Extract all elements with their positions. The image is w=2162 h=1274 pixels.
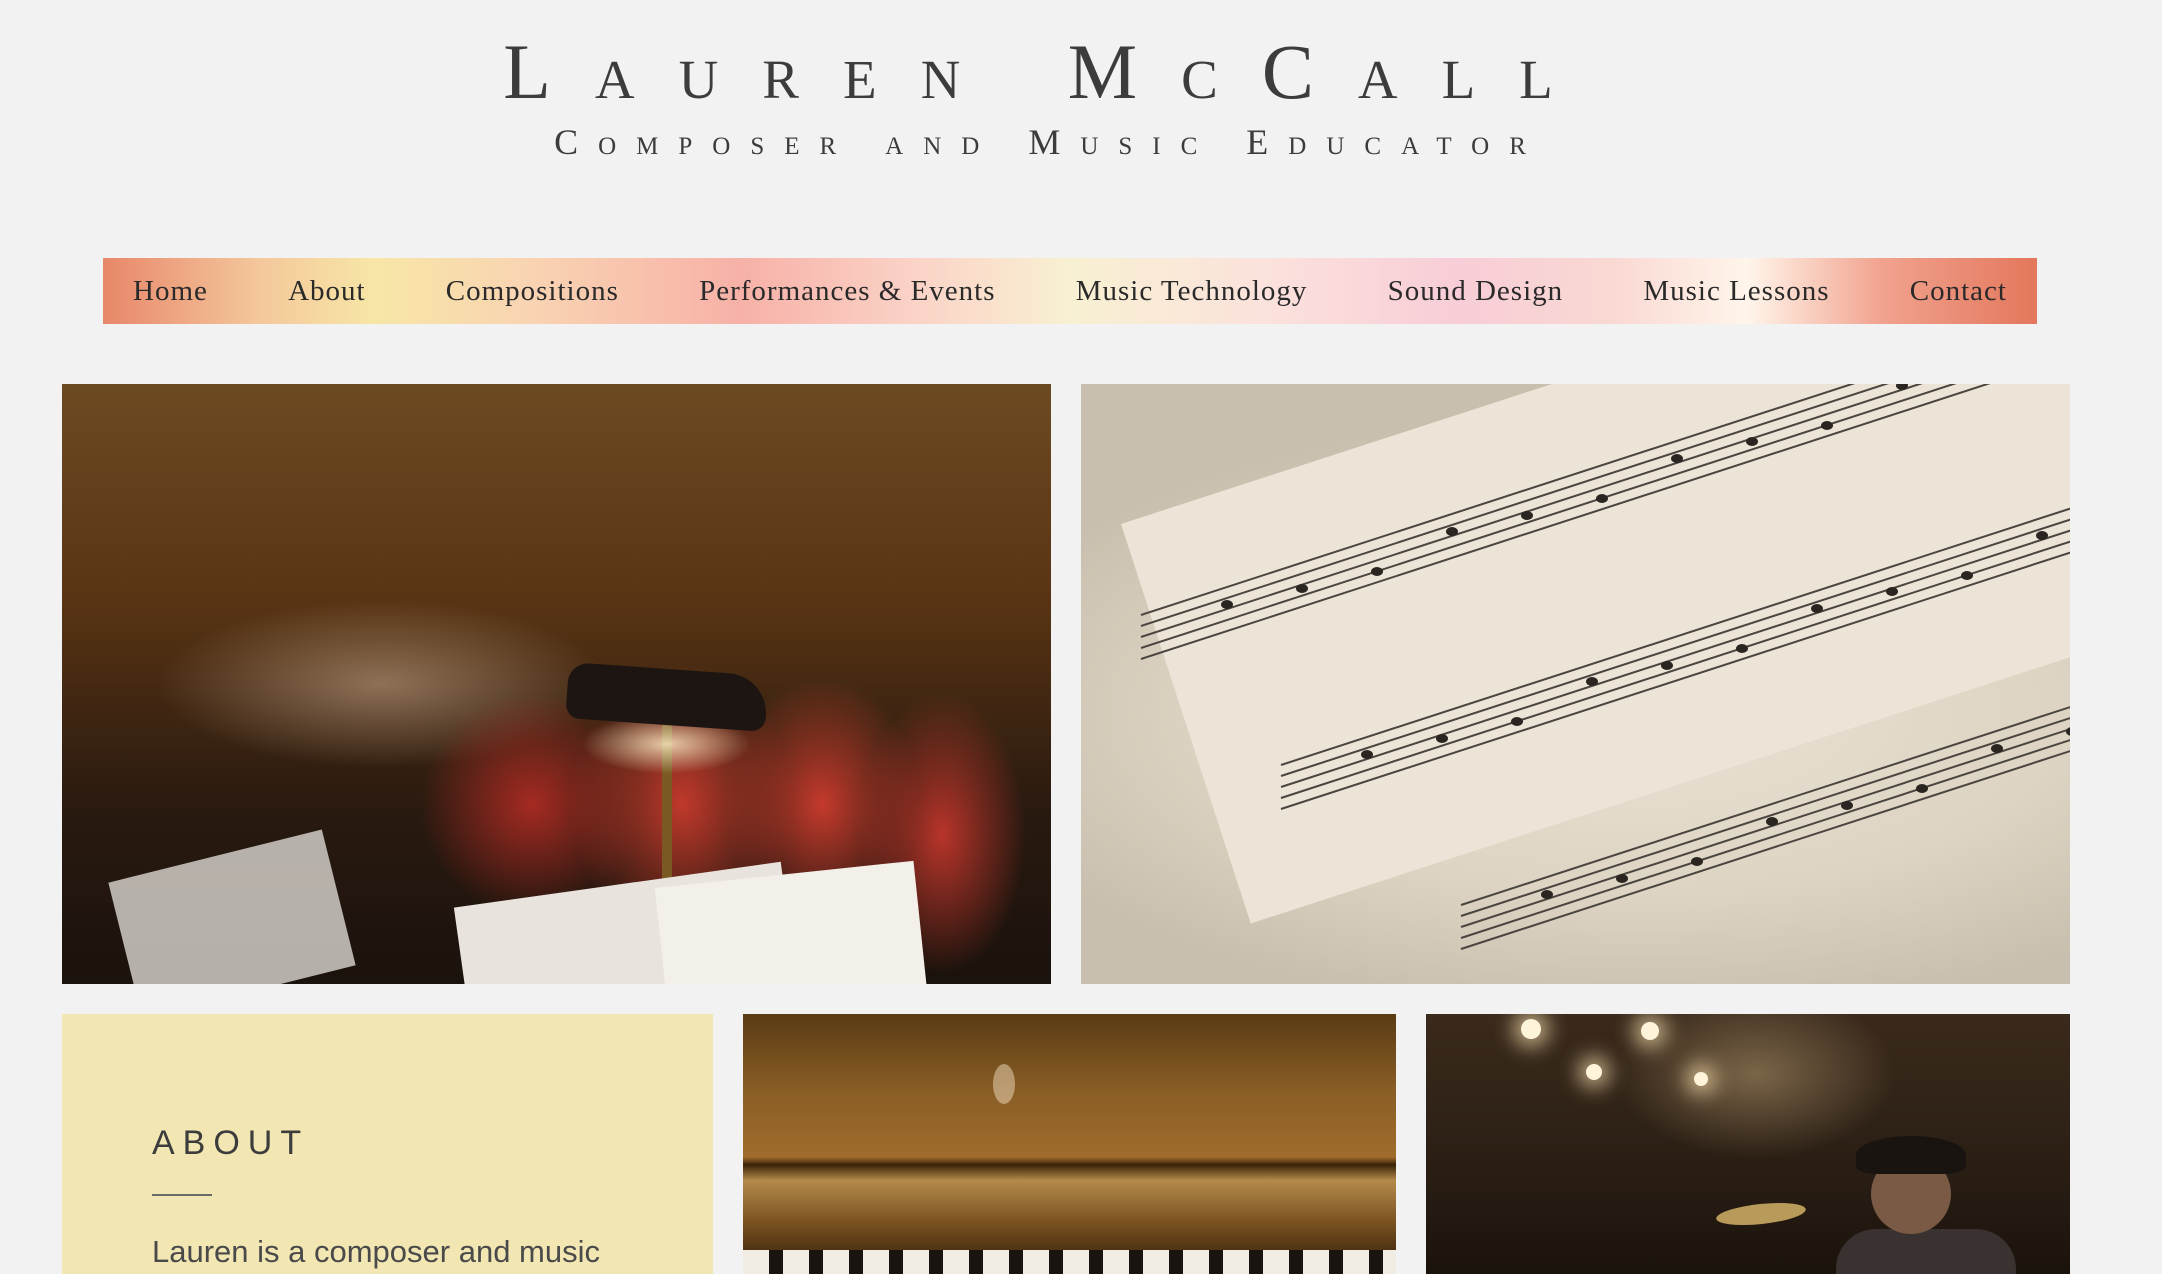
about-divider [152, 1194, 212, 1196]
sheet-music-image[interactable] [1081, 384, 2070, 984]
music-note [1586, 676, 1598, 686]
music-note [1841, 800, 1853, 810]
nav-item-performances-events[interactable]: Performances & Events [699, 275, 995, 308]
music-note [1541, 890, 1553, 899]
nav-item-compositions[interactable]: Compositions [446, 275, 619, 308]
drum-cymbal [1715, 1199, 1807, 1229]
about-panel: About Lauren is a composer and music [62, 1014, 713, 1274]
site-title[interactable]: Lauren McCall [0, 22, 2100, 122]
music-note [1661, 660, 1673, 670]
music-note [1691, 857, 1703, 867]
music-note [1221, 600, 1233, 609]
nav-item-sound-design[interactable]: Sound Design [1388, 275, 1564, 308]
stage-light [1521, 1019, 1541, 1039]
music-note [1991, 743, 2003, 753]
nav-item-contact[interactable]: Contact [1910, 275, 2007, 308]
music-note [2066, 727, 2070, 737]
piano-keys [743, 1250, 1396, 1274]
music-note [2036, 530, 2048, 540]
site-subtitle: Composer and Music Educator [554, 122, 1546, 162]
nav-item-music-lessons[interactable]: Music Lessons [1643, 275, 1829, 308]
music-note [1361, 750, 1373, 759]
wood-reflection [993, 1064, 1015, 1104]
music-note [1961, 571, 1973, 581]
about-text: Lauren is a composer and music [152, 1234, 601, 1269]
stage-light [1586, 1064, 1602, 1080]
concert-image[interactable] [1426, 1014, 2070, 1274]
music-note [1821, 421, 1833, 431]
about-heading: About [152, 1124, 310, 1162]
music-note [1811, 603, 1823, 613]
nav-item-about[interactable]: About [288, 275, 366, 308]
performer-hat [1856, 1136, 1966, 1174]
music-note [1766, 816, 1778, 826]
nav-item-home[interactable]: Home [133, 275, 208, 308]
music-note [1446, 526, 1458, 536]
music-note [1671, 453, 1683, 463]
music-note [1916, 784, 1928, 794]
choir-image[interactable] [62, 384, 1051, 984]
music-note [1296, 583, 1308, 593]
stage-light [1641, 1022, 1659, 1040]
book-page [1121, 384, 2070, 924]
main-navigation: Home About Compositions Performances & E… [103, 258, 2037, 324]
music-note [1616, 873, 1628, 883]
nav-item-music-technology[interactable]: Music Technology [1076, 275, 1308, 308]
music-stand-sheet [108, 829, 356, 984]
stage-light [1694, 1072, 1708, 1086]
music-note [1521, 510, 1533, 520]
music-note [1436, 733, 1448, 743]
performer-body [1836, 1229, 2016, 1274]
piano-image[interactable] [743, 1014, 1396, 1274]
